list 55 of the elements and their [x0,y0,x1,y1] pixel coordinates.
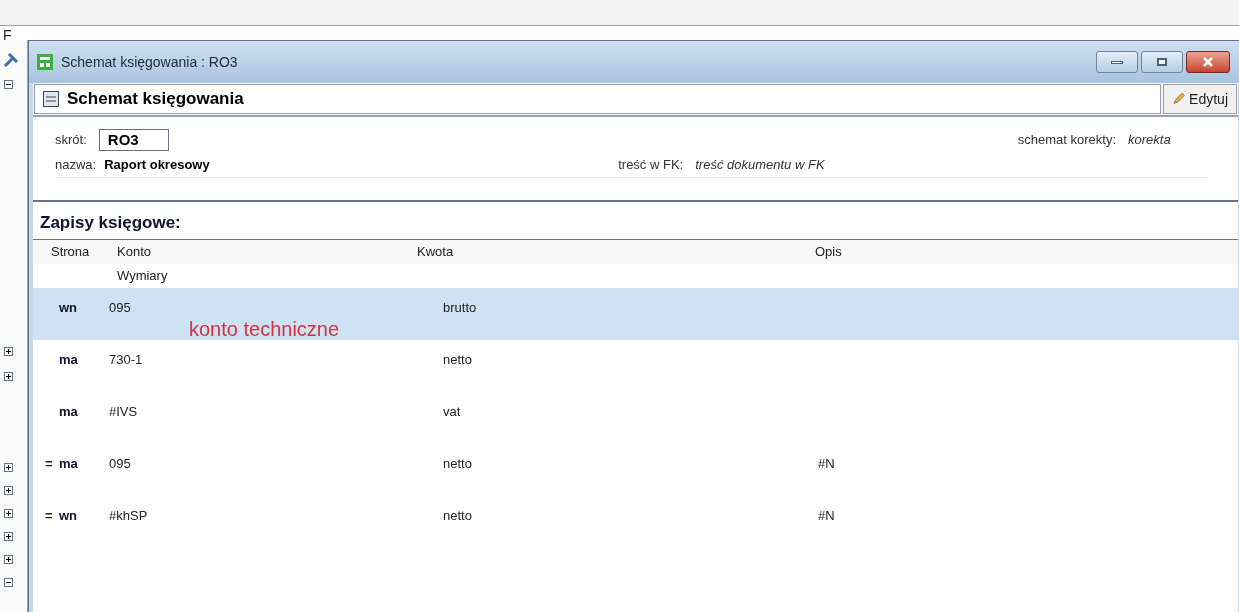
table-cell-text: netto [443,507,473,525]
expand-icon[interactable] [4,372,13,381]
correction-field[interactable]: korekta [1128,130,1208,150]
column-header[interactable]: Opis [803,242,1238,262]
equals-sign: = [45,507,53,525]
section-title: Zapisy księgowe: [40,211,181,234]
table-cell-text: netto [443,351,473,369]
document-icon [43,91,59,107]
close-button[interactable] [1186,51,1230,73]
collapse-icon[interactable] [4,80,13,89]
window-title: Schemat księgowania : RO3 [61,52,238,72]
column-header[interactable]: Wymiary [117,266,168,286]
table-cell-text: wn [59,299,78,317]
collapse-icon[interactable] [4,578,13,587]
app-icon [37,54,53,70]
table-cell-text: #N [818,455,836,473]
expand-icon[interactable] [4,555,13,564]
field-label: skrót: [55,131,87,150]
column-header: F [3,28,12,42]
annotation-text: konto techniczne [189,317,341,340]
table-cell-text: #IVS [109,403,139,421]
fk-content-field[interactable]: treść dokumentu w FK [695,155,825,175]
table-cell-text: ma [59,455,78,473]
table-cell-text: ma [59,403,78,421]
column-header[interactable]: Kwota [403,242,803,262]
expand-icon[interactable] [4,486,13,495]
table-cell-text: #khSP [109,507,149,525]
table-cell-text: 095 [109,299,132,317]
table-cell-text: brutto [443,299,478,317]
column-header[interactable]: Konto [103,242,403,262]
table-cell-text: 730-1 [109,351,144,369]
field-label: nazwa: [55,156,97,174]
expand-icon[interactable] [4,532,13,541]
equals-sign: = [45,455,53,473]
table-row[interactable]: wn 095 konto techniczne brutto [33,288,1238,340]
table-cell-text: wn [59,507,78,525]
table-cell-text: vat [443,403,462,421]
close-icon [1202,56,1214,68]
expand-icon[interactable] [4,347,13,356]
tools-icon[interactable] [3,52,19,68]
table-cell-text: netto [443,455,473,473]
minimize-button[interactable] [1096,51,1138,73]
short-field[interactable]: RO3 [98,129,169,151]
maximize-button[interactable] [1141,51,1183,73]
expand-icon[interactable] [4,509,13,518]
expand-icon[interactable] [4,463,13,472]
table-cell-text: 095 [109,455,132,473]
panel-title: Schemat księgowania [67,88,244,111]
field-label: treść w FK: [618,156,684,174]
table-cell-text: ma [59,351,78,369]
edit-button[interactable]: Edytuj [1163,84,1237,114]
field-label: schemat korekty: [1017,131,1116,150]
column-header[interactable]: Strona [33,242,103,262]
table-cell-text: #N [818,507,836,525]
name-field[interactable]: Raport okresowy [104,155,555,175]
